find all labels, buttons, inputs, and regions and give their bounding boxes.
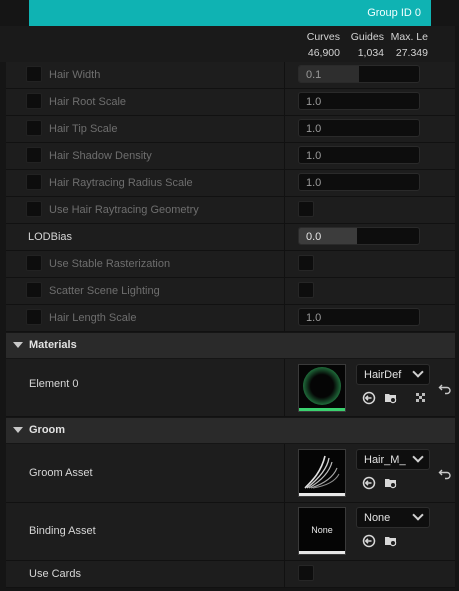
guides-value: 1,034	[357, 47, 384, 59]
use-cards-label: Use Cards	[29, 568, 81, 580]
hair-raytracing-radius-scale-input[interactable]: 1.0	[298, 173, 420, 191]
property-label: Scatter Scene Lighting	[49, 285, 160, 297]
groom-asset-row: Groom Asset Hair_M_	[6, 444, 455, 503]
use-hair-raytracing-geometry-checkbox[interactable]	[298, 201, 314, 217]
collapse-arrow-icon	[13, 342, 23, 348]
hair-strands-icon	[304, 455, 340, 489]
property-label: Hair Width	[49, 69, 101, 81]
property-row-hair-length-scale: Hair Length Scale 1.0	[6, 305, 455, 332]
property-label: Use Stable Rasterization	[49, 258, 171, 270]
chevron-down-icon	[412, 366, 424, 378]
hair-root-scale-input[interactable]: 1.0	[298, 92, 420, 110]
curves-header: Curves	[306, 31, 340, 43]
browse-arrow-icon[interactable]	[362, 534, 376, 548]
property-label: Hair Length Scale	[49, 312, 137, 324]
hair-shadow-density-input[interactable]: 1.0	[298, 146, 420, 164]
hair-tip-scale-input[interactable]: 1.0	[298, 119, 420, 137]
property-row-use-stable-rasterization: Use Stable Rasterization	[6, 251, 455, 278]
group-id-label: Group ID 0	[367, 7, 421, 19]
material-thumbnail[interactable]	[298, 364, 346, 412]
max-length-header: Max. Le	[390, 31, 428, 43]
override-checkbox[interactable]	[26, 201, 42, 217]
material-combo[interactable]: HairDef	[356, 364, 430, 385]
thumbnail-none-text: None	[311, 525, 333, 535]
property-row-hair-width: Hair Width 0.1	[6, 62, 455, 89]
scrollbar[interactable]	[455, 26, 459, 591]
groom-asset-label: Groom Asset	[29, 467, 93, 479]
property-row-hair-root-scale: Hair Root Scale 1.0	[6, 89, 455, 116]
browse-arrow-icon[interactable]	[362, 391, 376, 405]
property-label: Use Hair Raytracing Geometry	[49, 204, 199, 216]
stats-row: Curves 46,900 Guides 1,034 Max. Le 27.34…	[0, 26, 459, 62]
element-label: Element 0	[29, 378, 79, 390]
hair-width-input[interactable]: 0.1	[298, 65, 420, 83]
property-row-hair-shadow-density: Hair Shadow Density 1.0	[6, 143, 455, 170]
scatter-scene-lighting-checkbox[interactable]	[298, 282, 314, 298]
property-label: Hair Raytracing Radius Scale	[49, 177, 193, 189]
find-in-browser-icon[interactable]	[384, 476, 398, 490]
override-checkbox[interactable]	[26, 93, 42, 109]
binding-thumbnail[interactable]: None	[298, 507, 346, 555]
section-title: Groom	[29, 424, 66, 436]
chevron-down-icon	[412, 509, 424, 521]
property-row-hair-tip-scale: Hair Tip Scale 1.0	[6, 116, 455, 143]
chevron-down-icon	[412, 451, 424, 463]
groom-asset-combo[interactable]: Hair_M_	[356, 449, 430, 470]
checker-icon[interactable]	[414, 391, 428, 405]
property-row-use-hair-raytracing-geometry: Use Hair Raytracing Geometry	[6, 197, 455, 224]
find-in-browser-icon[interactable]	[384, 534, 398, 548]
hair-length-scale-input[interactable]: 1.0	[298, 308, 420, 326]
max-length-value: 27.349	[395, 47, 428, 59]
use-cards-row: Use Cards	[6, 561, 455, 588]
curves-value: 46,900	[307, 47, 340, 59]
property-label: LODBias	[28, 231, 73, 243]
override-checkbox[interactable]	[26, 120, 42, 136]
material-element-row: Element 0 HairDef	[6, 359, 455, 417]
property-label: Hair Shadow Density	[49, 150, 152, 162]
find-in-browser-icon[interactable]	[384, 391, 398, 405]
groom-thumbnail[interactable]	[298, 449, 346, 497]
property-row-lod-bias: LODBias 0.0	[6, 224, 455, 251]
override-checkbox[interactable]	[26, 174, 42, 190]
reset-arrow-icon[interactable]	[438, 466, 452, 480]
lod-bias-input[interactable]: 0.0	[298, 227, 420, 245]
materials-section-header[interactable]: Materials	[6, 333, 455, 358]
guides-header: Guides	[350, 31, 384, 43]
binding-asset-combo[interactable]: None	[356, 507, 430, 528]
use-cards-checkbox[interactable]	[298, 565, 314, 581]
override-checkbox[interactable]	[26, 147, 42, 163]
collapse-arrow-icon	[13, 427, 23, 433]
reset-arrow-icon[interactable]	[438, 381, 452, 395]
override-checkbox[interactable]	[26, 66, 42, 82]
override-checkbox[interactable]	[26, 282, 42, 298]
property-label: Hair Root Scale	[49, 96, 127, 108]
property-row-hair-raytracing-radius-scale: Hair Raytracing Radius Scale 1.0	[6, 170, 455, 197]
binding-asset-label: Binding Asset	[29, 525, 96, 537]
override-checkbox[interactable]	[26, 255, 42, 271]
sphere-icon	[303, 367, 341, 405]
groom-section-header[interactable]: Groom	[6, 418, 455, 443]
section-title: Materials	[29, 339, 77, 351]
binding-asset-row: Binding Asset None None	[6, 503, 455, 561]
group-header: Group ID 0	[29, 0, 431, 26]
property-label: Hair Tip Scale	[49, 123, 118, 135]
browse-arrow-icon[interactable]	[362, 476, 376, 490]
override-checkbox[interactable]	[26, 309, 42, 325]
property-row-scatter-scene-lighting: Scatter Scene Lighting	[6, 278, 455, 305]
use-stable-rasterization-checkbox[interactable]	[298, 255, 314, 271]
